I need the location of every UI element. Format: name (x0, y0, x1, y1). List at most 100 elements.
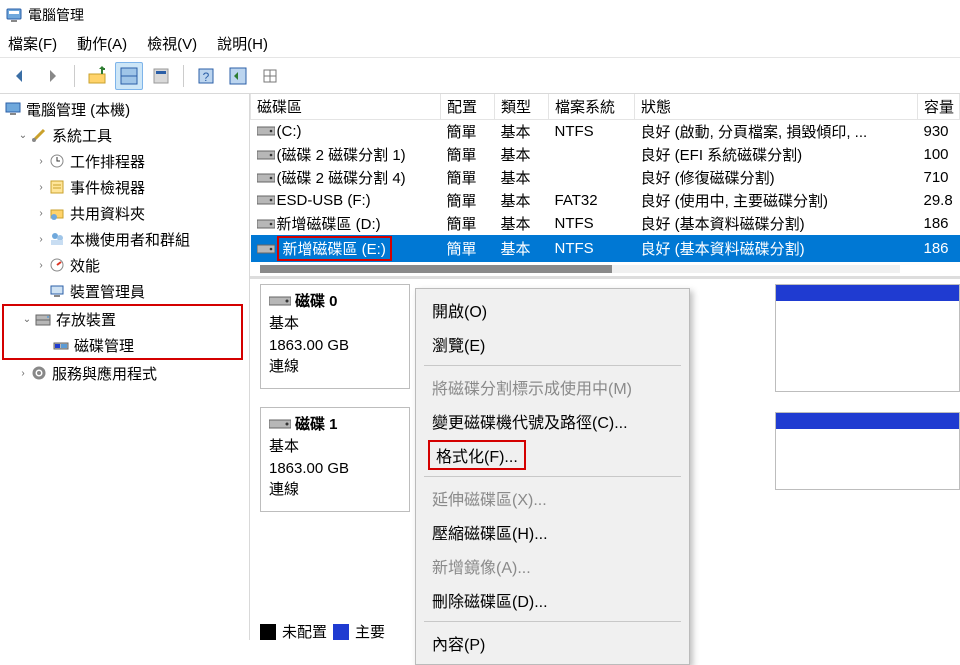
nav-back-button[interactable] (6, 62, 34, 90)
toolbar-view2-button[interactable] (224, 62, 252, 90)
device-icon (48, 282, 66, 300)
volume-name: (磁碟 2 磁碟分割 4) (277, 170, 406, 187)
cell-type: 基本 (495, 120, 549, 144)
menu-file[interactable]: 檔案(F) (8, 33, 57, 54)
col-cap[interactable]: 容量 (918, 94, 960, 120)
tree-performance[interactable]: ›效能 (0, 252, 249, 278)
menu-action[interactable]: 動作(A) (77, 33, 127, 54)
col-type[interactable]: 類型 (495, 94, 549, 120)
tree-task-scheduler-label: 工作排程器 (70, 151, 145, 172)
menu-sep (424, 365, 681, 366)
toolbar-refresh-button[interactable] (256, 62, 284, 90)
table-row[interactable]: 新增磁碟區 (E:)簡單基本NTFS良好 (基本資料磁碟分割)186 (251, 235, 960, 262)
menu-sep (424, 476, 681, 477)
tree-device-manager[interactable]: 裝置管理員 (0, 278, 249, 304)
cell-type: 基本 (495, 143, 549, 166)
menu-props[interactable]: 內容(P) (418, 626, 687, 660)
perf-icon (48, 256, 66, 274)
disk-status-1: 連線 (269, 479, 401, 501)
tools-icon (30, 126, 48, 144)
table-row[interactable]: (磁碟 2 磁碟分割 1)簡單基本良好 (EFI 系統磁碟分割)100 (251, 143, 960, 166)
toolbar-view1-button[interactable] (115, 62, 143, 90)
menu-open[interactable]: 開啟(O) (418, 293, 687, 327)
toolbar-up-button[interactable] (83, 62, 111, 90)
col-layout[interactable]: 配置 (441, 94, 495, 120)
disk-type-1: 基本 (269, 436, 401, 458)
cell-layout: 簡單 (441, 189, 495, 212)
table-row[interactable]: ESD-USB (F:)簡單基本FAT32良好 (使用中, 主要磁碟分割)29.… (251, 189, 960, 212)
cell-status: 良好 (使用中, 主要磁碟分割) (635, 189, 918, 212)
cell-layout: 簡單 (441, 143, 495, 166)
menu-change-letter[interactable]: 變更磁碟機代號及路徑(C)... (418, 404, 687, 438)
sidebar-tree: 電腦管理 (本機) ⌄ 系統工具 ›工作排程器 ›事件檢視器 (0, 94, 250, 640)
table-row[interactable]: (磁碟 2 磁碟分割 4)簡單基本良好 (修復磁碟分割)710 (251, 166, 960, 189)
cell-fs: NTFS (549, 235, 635, 262)
cell-type: 基本 (495, 212, 549, 235)
cell-fs (549, 143, 635, 166)
tree-disk-mgmt[interactable]: 磁碟管理 (4, 332, 241, 358)
table-row[interactable]: (C:)簡單基本NTFS良好 (啟動, 分頁檔案, 損毀傾印, ...930 (251, 120, 960, 144)
tree-root[interactable]: 電腦管理 (本機) (0, 96, 249, 122)
volume-icon (257, 147, 277, 164)
menu-help[interactable]: 說明(H) (217, 33, 268, 54)
tree-services[interactable]: › 服務與應用程式 (0, 360, 249, 386)
disk-size-1: 1863.00 GB (269, 458, 401, 480)
menu-format[interactable]: 格式化(F)... (428, 440, 526, 470)
cell-type: 基本 (495, 235, 549, 262)
disk-card-1[interactable]: 磁碟 1 基本 1863.00 GB 連線 (260, 407, 410, 512)
caret-right-icon: › (34, 260, 48, 271)
menu-browse[interactable]: 瀏覽(E) (418, 327, 687, 361)
disk-card-0[interactable]: 磁碟 0 基本 1863.00 GB 連線 (260, 284, 410, 389)
cell-fs: NTFS (549, 120, 635, 144)
menu-mirror: 新增鏡像(A)... (418, 549, 687, 583)
caret-down-icon: ⌄ (16, 130, 30, 141)
caret-down-icon: ⌄ (20, 314, 34, 325)
nav-forward-button[interactable] (38, 62, 66, 90)
toolbar-sep-2 (183, 65, 184, 87)
menu-delete[interactable]: 刪除磁碟區(D)... (418, 583, 687, 617)
toolbar: ? (0, 58, 960, 94)
computer-icon (4, 100, 22, 118)
disk-icon (269, 416, 295, 433)
tree-event-viewer[interactable]: ›事件檢視器 (0, 174, 249, 200)
tree-services-label: 服務與應用程式 (52, 363, 157, 384)
tree-storage[interactable]: ⌄ 存放裝置 (4, 306, 241, 332)
col-fs[interactable]: 檔案系統 (549, 94, 635, 120)
volume-icon (257, 241, 277, 258)
tree-disk-mgmt-label: 磁碟管理 (74, 335, 134, 356)
cell-cap: 930 (918, 120, 960, 144)
volume-name: 新增磁碟區 (D:) (277, 216, 381, 233)
table-row[interactable]: 新增磁碟區 (D:)簡單基本NTFS良好 (基本資料磁碟分割)186 (251, 212, 960, 235)
cell-status: 良好 (啟動, 分頁檔案, 損毀傾印, ... (635, 120, 918, 144)
disk-strip-0[interactable] (775, 284, 960, 392)
tree-shared-folders-label: 共用資料夾 (70, 203, 145, 224)
cell-fs: NTFS (549, 212, 635, 235)
horizontal-scrollbar[interactable] (250, 262, 960, 276)
cell-status: 良好 (修復磁碟分割) (635, 166, 918, 189)
toolbar-properties-button[interactable] (147, 62, 175, 90)
cell-status: 良好 (基本資料磁碟分割) (635, 235, 918, 262)
disk-strip-1[interactable] (775, 412, 960, 490)
menu-shrink[interactable]: 壓縮磁碟區(H)... (418, 515, 687, 549)
volume-icon (257, 123, 277, 140)
tree-systools[interactable]: ⌄ 系統工具 (0, 122, 249, 148)
share-icon (48, 204, 66, 222)
tree-shared-folders[interactable]: ›共用資料夾 (0, 200, 249, 226)
column-header-row[interactable]: 磁碟區 配置 類型 檔案系統 狀態 容量 (251, 94, 960, 120)
tree-users-groups[interactable]: › 本機使用者和群組 (0, 226, 249, 252)
svg-text:?: ? (203, 70, 210, 84)
pane-divider[interactable] (250, 276, 960, 284)
tree-users-groups-label: 本機使用者和群組 (70, 229, 190, 250)
menu-extend: 延伸磁碟區(X)... (418, 481, 687, 515)
menu-view[interactable]: 檢視(V) (147, 33, 197, 54)
cell-fs: FAT32 (549, 189, 635, 212)
caret-right-icon: › (34, 234, 48, 245)
disk-mgmt-icon (52, 336, 70, 354)
cell-cap: 186 (918, 235, 960, 262)
tree-task-scheduler[interactable]: ›工作排程器 (0, 148, 249, 174)
col-vol[interactable]: 磁碟區 (251, 94, 441, 120)
tree-event-viewer-label: 事件檢視器 (70, 177, 145, 198)
toolbar-help-button[interactable]: ? (192, 62, 220, 90)
col-status[interactable]: 狀態 (635, 94, 918, 120)
legend-swatch-primary (333, 624, 349, 640)
